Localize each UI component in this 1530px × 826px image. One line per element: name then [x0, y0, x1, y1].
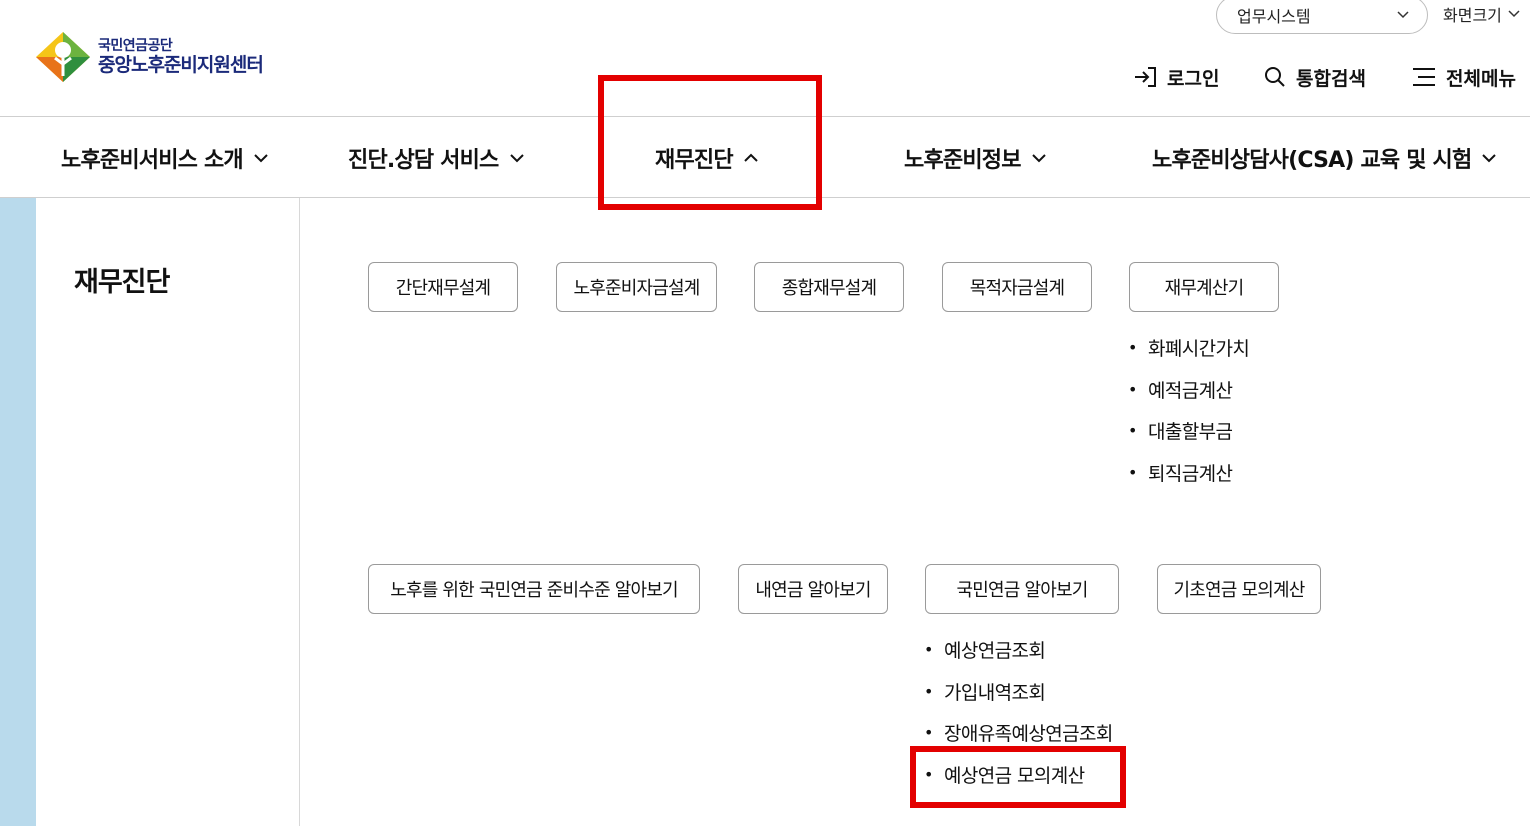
- gnb-label: 재무진단: [655, 147, 734, 173]
- site-logo[interactable]: 국민연금공단 중앙노후준비지원센터: [34, 30, 264, 84]
- list-item-loan-installment[interactable]: 대출할부금: [1128, 410, 1249, 452]
- national-pension-check-button[interactable]: 국민연금 알아보기: [925, 564, 1119, 614]
- gnb-item-retirement-service[interactable]: 노후준비서비스 소개: [61, 117, 269, 198]
- calculator-submenu-list: 화폐시간가치 예적금계산 대출할부금 퇴직금계산: [1128, 327, 1250, 494]
- list-item-savings-calc[interactable]: 예적금계산: [1128, 369, 1249, 411]
- gnb-item-financial-diagnosis[interactable]: 재무진단: [655, 117, 759, 198]
- gnb-label: 노후준비상담사(CSA) 교육 및 시험: [1152, 147, 1472, 173]
- gnb-label: 노후준비정보: [904, 147, 1021, 173]
- search-icon: [1265, 67, 1285, 87]
- work-system-select[interactable]: 업무시스템: [1216, 0, 1428, 34]
- search-label: 통합검색: [1296, 67, 1366, 90]
- hamburger-icon: [1413, 68, 1435, 86]
- chevron-down-icon: [254, 153, 268, 162]
- screen-size-control[interactable]: 화면크기: [1443, 2, 1520, 26]
- chevron-down-icon: [1397, 11, 1409, 19]
- site-header: 국민연금공단 중앙노후준비지원센터 업무시스템 화면크기 로그인 통합검색 전체…: [0, 0, 1530, 117]
- chevron-down-icon: [1482, 153, 1497, 162]
- all-menu-button[interactable]: 전체메뉴: [1412, 62, 1516, 92]
- all-menu-label: 전체메뉴: [1446, 67, 1516, 90]
- simple-financial-plan-button[interactable]: 간단재무설계: [368, 262, 518, 312]
- list-item-expected-pension-simulation[interactable]: 예상연금 모의계산: [924, 754, 1113, 796]
- login-icon: [1135, 67, 1156, 87]
- list-item-enrollment-history[interactable]: 가입내역조회: [924, 671, 1113, 713]
- submenu-title: 재무진단: [74, 267, 170, 298]
- nps-logo-icon: [36, 32, 90, 82]
- logo-org-name: 국민연금공단: [98, 38, 173, 54]
- list-item-time-value[interactable]: 화폐시간가치: [1128, 327, 1250, 369]
- gnb-item-diagnosis-consulting[interactable]: 진단.상담 서비스: [348, 117, 525, 198]
- chevron-down-icon: [1508, 10, 1520, 18]
- integrated-search-link[interactable]: 통합검색: [1264, 62, 1366, 92]
- retirement-fund-plan-button[interactable]: 노후준비자금설계: [556, 262, 717, 312]
- pension-submenu-list: 예상연금조회 가입내역조회 장애유족예상연금조회 예상연금 모의계산: [924, 629, 1113, 795]
- list-item-severance-calc[interactable]: 퇴직금계산: [1128, 452, 1249, 494]
- screen-size-label: 화면크기: [1443, 6, 1502, 25]
- gnb-item-csa-education[interactable]: 노후준비상담사(CSA) 교육 및 시험: [1152, 117, 1497, 198]
- my-pension-check-button[interactable]: 내연금 알아보기: [738, 564, 888, 614]
- login-label: 로그인: [1167, 67, 1220, 90]
- chevron-up-icon: [744, 153, 758, 162]
- list-item-expected-pension[interactable]: 예상연금조회: [924, 629, 1113, 671]
- left-background-strip: [0, 198, 36, 826]
- global-navigation: 노후준비서비스 소개 진단.상담 서비스 재무진단 노후준비정보 노후준비상담사…: [0, 117, 1530, 198]
- gnb-label: 진단.상담 서비스: [348, 147, 499, 173]
- financial-calculator-button[interactable]: 재무계산기: [1129, 262, 1279, 312]
- submenu-side-panel: 재무진단: [36, 198, 300, 826]
- list-item-disability-survivor-pension[interactable]: 장애유족예상연금조회: [924, 712, 1113, 754]
- logo-center-name: 중앙노후준비지원센터: [98, 54, 264, 76]
- pension-readiness-check-button[interactable]: 노후를 위한 국민연금 준비수준 알아보기: [368, 564, 700, 614]
- comprehensive-financial-plan-button[interactable]: 종합재무설계: [754, 262, 904, 312]
- chevron-down-icon: [509, 153, 524, 162]
- purpose-fund-plan-button[interactable]: 목적자금설계: [942, 262, 1092, 312]
- gnb-item-retirement-info[interactable]: 노후준비정보: [904, 117, 1047, 198]
- work-system-label: 업무시스템: [1237, 7, 1311, 26]
- gnb-label: 노후준비서비스 소개: [61, 147, 244, 173]
- chevron-down-icon: [1031, 153, 1046, 162]
- basic-pension-simulation-button[interactable]: 기초연금 모의계산: [1157, 564, 1321, 614]
- login-link[interactable]: 로그인: [1133, 62, 1219, 92]
